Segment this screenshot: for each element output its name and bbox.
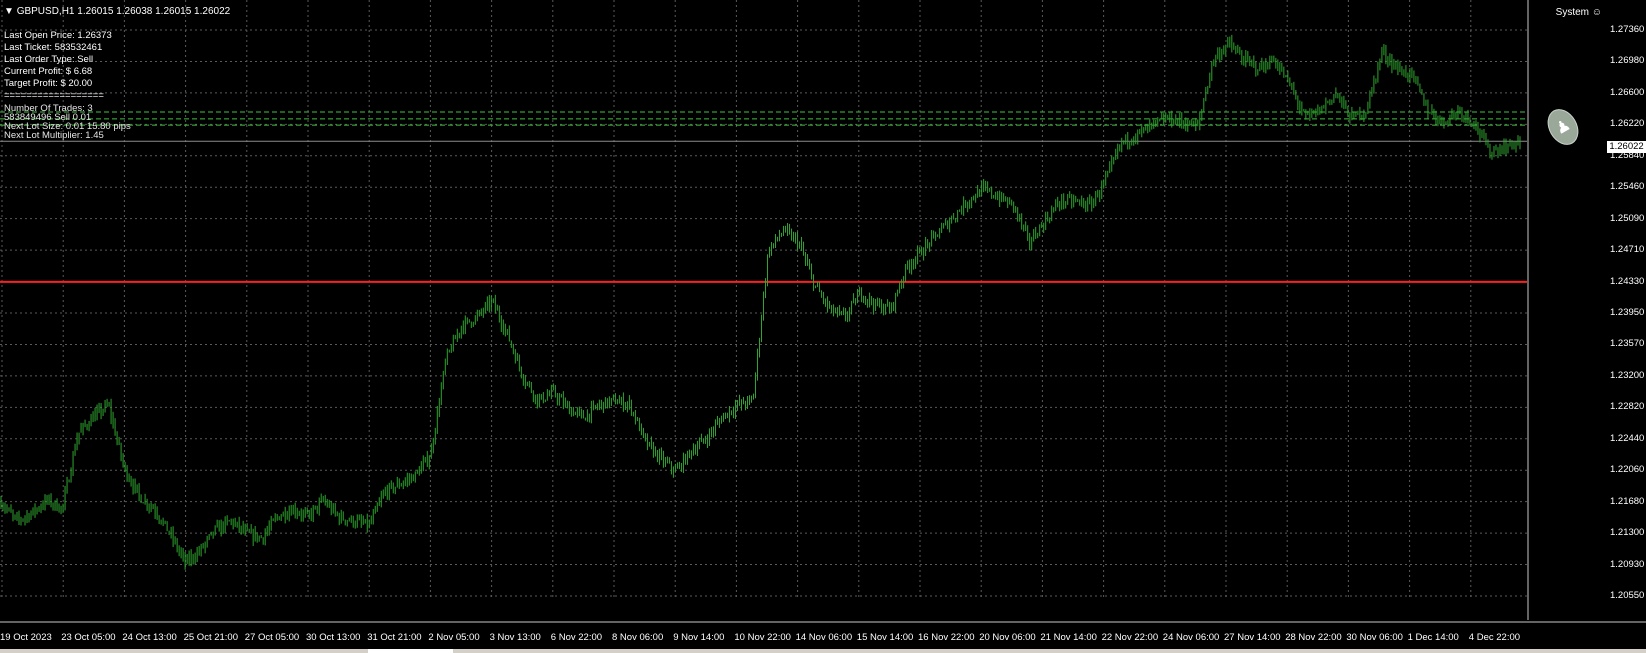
time-tick-label: 6 Nov 22:00 (550, 632, 603, 643)
price-tick-label: 1.22060 (1610, 464, 1645, 476)
info-line: Target Profit: $ 20.00 (4, 78, 93, 89)
time-tick-label: 19 Oct 2023 (0, 632, 52, 643)
time-tick-label: 27 Oct 05:00 (244, 632, 300, 643)
price-tick-label: 1.26980 (1610, 55, 1645, 67)
time-tick-label: 22 Nov 22:00 (1101, 632, 1159, 643)
ea-overlay-panel: Number Of Trades: 3 583849496 Sell 0.01 … (4, 104, 131, 141)
info-line: Last Ticket: 583532461 (4, 42, 103, 53)
price-tick-label: 1.25460 (1610, 181, 1645, 193)
chart-tab[interactable] (368, 649, 453, 653)
price-tick-label: 1.24710 (1610, 244, 1645, 256)
time-tick-label: 3 Nov 13:00 (489, 632, 541, 643)
time-tick-label: 30 Oct 13:00 (306, 632, 361, 643)
ohlc-values: 1.26015 1.26038 1.26015 1.26022 (77, 6, 231, 17)
time-tick-label: 28 Nov 22:00 (1285, 632, 1342, 643)
time-tick-label: 1 Dec 14:00 (1407, 632, 1459, 643)
price-tick-label: 1.20550 (1610, 590, 1645, 601)
system-label: System (1555, 7, 1589, 18)
price-tick-label: 1.27360 (1610, 24, 1645, 35)
time-tick-label: 16 Nov 22:00 (918, 632, 975, 643)
time-tick-label: 27 Nov 14:00 (1224, 632, 1281, 643)
chart-header: ▼ GBPUSD,H1 1.26015 1.26038 1.26015 1.26… (4, 6, 230, 17)
time-tick-label: 9 Nov 14:00 (673, 632, 725, 643)
price-tick-label: 1.23570 (1610, 338, 1645, 350)
symbol-label: GBPUSD,H1 (16, 6, 75, 17)
time-tick-label: 30 Nov 06:00 (1346, 632, 1403, 643)
time-tick-label: 24 Nov 06:00 (1162, 632, 1220, 643)
system-indicator: System ☺ (1556, 7, 1602, 18)
time-tick-label: 21 Nov 14:00 (1040, 632, 1097, 643)
time-tick-label: 15 Nov 14:00 (856, 632, 914, 643)
info-line: Current Profit: $ 6.68 (4, 66, 93, 77)
current-price-label: 1.26022 (1607, 141, 1646, 153)
price-tick-label: 1.22820 (1610, 401, 1645, 413)
time-tick-label: 31 Oct 21:00 (367, 632, 422, 643)
time-tick-label: 25 Oct 21:00 (183, 632, 238, 643)
time-tick-label: 20 Nov 06:00 (979, 632, 1036, 643)
overlay-line: Next Lot Multiplier: 1.45 (4, 130, 104, 141)
price-tick-label: 1.23200 (1610, 369, 1645, 381)
price-chart[interactable] (0, 0, 1646, 653)
price-tick-label: 1.21680 (1610, 495, 1645, 507)
ea-info-panel: Last Open Price: 1.26373 Last Ticket: 58… (4, 30, 112, 102)
time-tick-label: 14 Nov 06:00 (795, 632, 853, 643)
info-line: Last Open Price: 1.26373 (4, 30, 112, 41)
info-line: Last Order Type: Sell (4, 54, 94, 65)
time-tick-label: 24 Oct 13:00 (122, 632, 177, 643)
smiley-icon: ☺ (1591, 7, 1602, 18)
price-tick-label: 1.23950 (1610, 307, 1645, 318)
chart-tab-bar (0, 649, 1646, 653)
price-tick-label: 1.26220 (1610, 118, 1645, 130)
dropdown-triangle-icon[interactable]: ▼ (4, 6, 14, 17)
price-tick-label: 1.24330 (1610, 275, 1645, 287)
price-tick-label: 1.22440 (1610, 432, 1645, 444)
time-tick-label: 10 Nov 22:00 (734, 632, 791, 643)
time-tick-label: 4 Dec 22:00 (1468, 632, 1521, 643)
price-tick-label: 1.26600 (1610, 86, 1645, 98)
price-tick-label: 1.25090 (1610, 212, 1645, 224)
price-tick-label: 1.21300 (1610, 527, 1645, 539)
time-tick-label: 23 Oct 05:00 (61, 632, 116, 643)
info-separator: ================== (4, 90, 104, 101)
chart-window[interactable]: ▼ GBPUSD,H1 1.26015 1.26038 1.26015 1.26… (0, 0, 1646, 653)
time-tick-label: 2 Nov 05:00 (428, 632, 480, 643)
price-tick-label: 1.20930 (1610, 558, 1645, 570)
time-tick-label: 8 Nov 06:00 (612, 632, 664, 643)
